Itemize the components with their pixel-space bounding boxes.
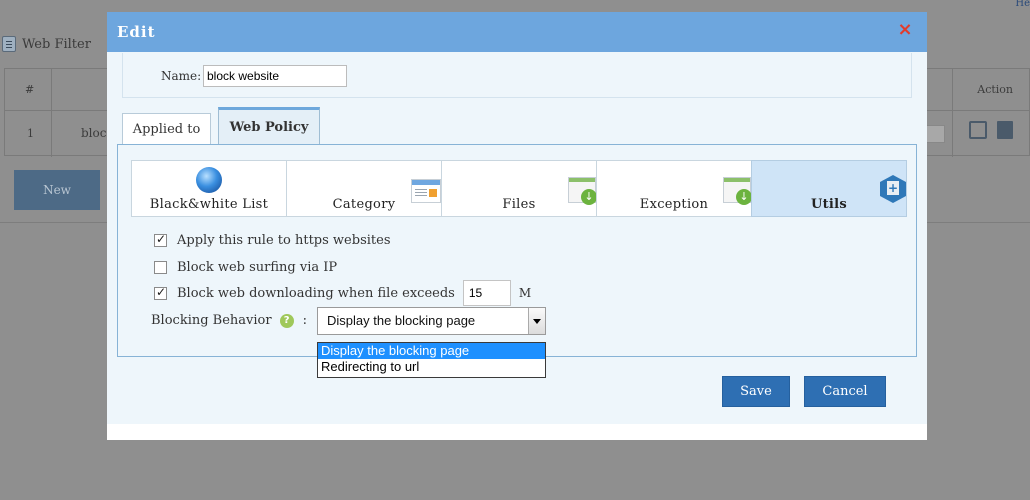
category-black-white-list[interactable]: Black&white List: [131, 160, 287, 217]
name-input[interactable]: block website: [203, 65, 347, 87]
option-https: Apply this rule to https websites: [154, 232, 391, 248]
dropdown-option[interactable]: Redirecting to url: [318, 359, 545, 375]
cancel-button[interactable]: Cancel: [804, 376, 886, 407]
category-label: Category: [332, 197, 396, 212]
help-link: He: [1015, 0, 1030, 9]
category-files[interactable]: Files: [441, 160, 597, 217]
close-icon[interactable]: ×: [897, 21, 913, 39]
tab-web-policy[interactable]: Web Policy: [218, 107, 320, 145]
dialog-header: Edit ×: [107, 12, 927, 52]
row-name: bloc: [81, 126, 107, 140]
https-checkbox[interactable]: [154, 232, 167, 247]
globe-icon: [196, 167, 222, 193]
block-ip-checkbox[interactable]: [154, 261, 167, 274]
blocking-behavior-row: Blocking Behavior ? :: [151, 313, 307, 328]
file-size-unit: M: [518, 286, 532, 300]
option-block-ip: Block web surfing via IP: [154, 260, 337, 275]
category-icon: [411, 179, 441, 203]
page-title: Web Filter: [22, 36, 91, 52]
blocking-behavior-select[interactable]: Display the blocking page: [317, 307, 546, 335]
dropdown-option[interactable]: Display the blocking page: [318, 343, 545, 359]
web-policy-panel: Black&white List Category Files Exceptio…: [117, 144, 917, 357]
name-label: Name:: [161, 69, 202, 83]
select-value: Display the blocking page: [327, 313, 476, 328]
category-utils[interactable]: Utils: [751, 160, 907, 217]
category-label: Files: [502, 197, 536, 212]
blocking-behavior-label: Blocking Behavior: [151, 313, 272, 328]
page-title-row: Web Filter: [2, 34, 91, 54]
name-section: Name: block website: [122, 53, 912, 98]
colon: :: [302, 313, 307, 328]
files-icon: [568, 177, 597, 205]
column-header-number: #: [25, 83, 35, 96]
option-label: Block web downloading when file exceeds: [177, 285, 455, 301]
tab-applied-to[interactable]: Applied to: [122, 113, 211, 145]
option-block-download: Block web downloading when file exceeds …: [154, 280, 531, 306]
blocking-behavior-dropdown: Display the blocking page Redirecting to…: [317, 342, 546, 378]
block-download-checkbox[interactable]: [154, 285, 167, 300]
category-label: Black&white List: [149, 197, 269, 212]
option-label: Block web surfing via IP: [177, 260, 338, 275]
trash-icon: [997, 121, 1013, 139]
row-number: 1: [27, 127, 34, 140]
document-icon: [2, 36, 16, 52]
file-size-input[interactable]: 15: [462, 280, 511, 306]
new-button: New: [14, 170, 100, 210]
utils-icon: [880, 175, 906, 203]
dialog-title: Edit: [117, 23, 156, 41]
exception-icon: [723, 177, 752, 205]
category-strip: Black&white List Category Files Exceptio…: [131, 160, 907, 217]
category-category[interactable]: Category: [286, 160, 442, 217]
category-exception[interactable]: Exception: [596, 160, 752, 217]
category-label: Exception: [639, 197, 709, 212]
option-label: Apply this rule to https websites: [177, 233, 391, 248]
edit-icon: [969, 121, 987, 139]
category-label: Utils: [810, 197, 848, 212]
save-button[interactable]: Save: [722, 376, 790, 407]
column-divider: [952, 69, 953, 157]
column-header-action: Action: [977, 83, 1013, 96]
chevron-down-icon[interactable]: [528, 308, 545, 334]
column-divider: [51, 69, 52, 157]
help-icon[interactable]: ?: [279, 313, 294, 328]
